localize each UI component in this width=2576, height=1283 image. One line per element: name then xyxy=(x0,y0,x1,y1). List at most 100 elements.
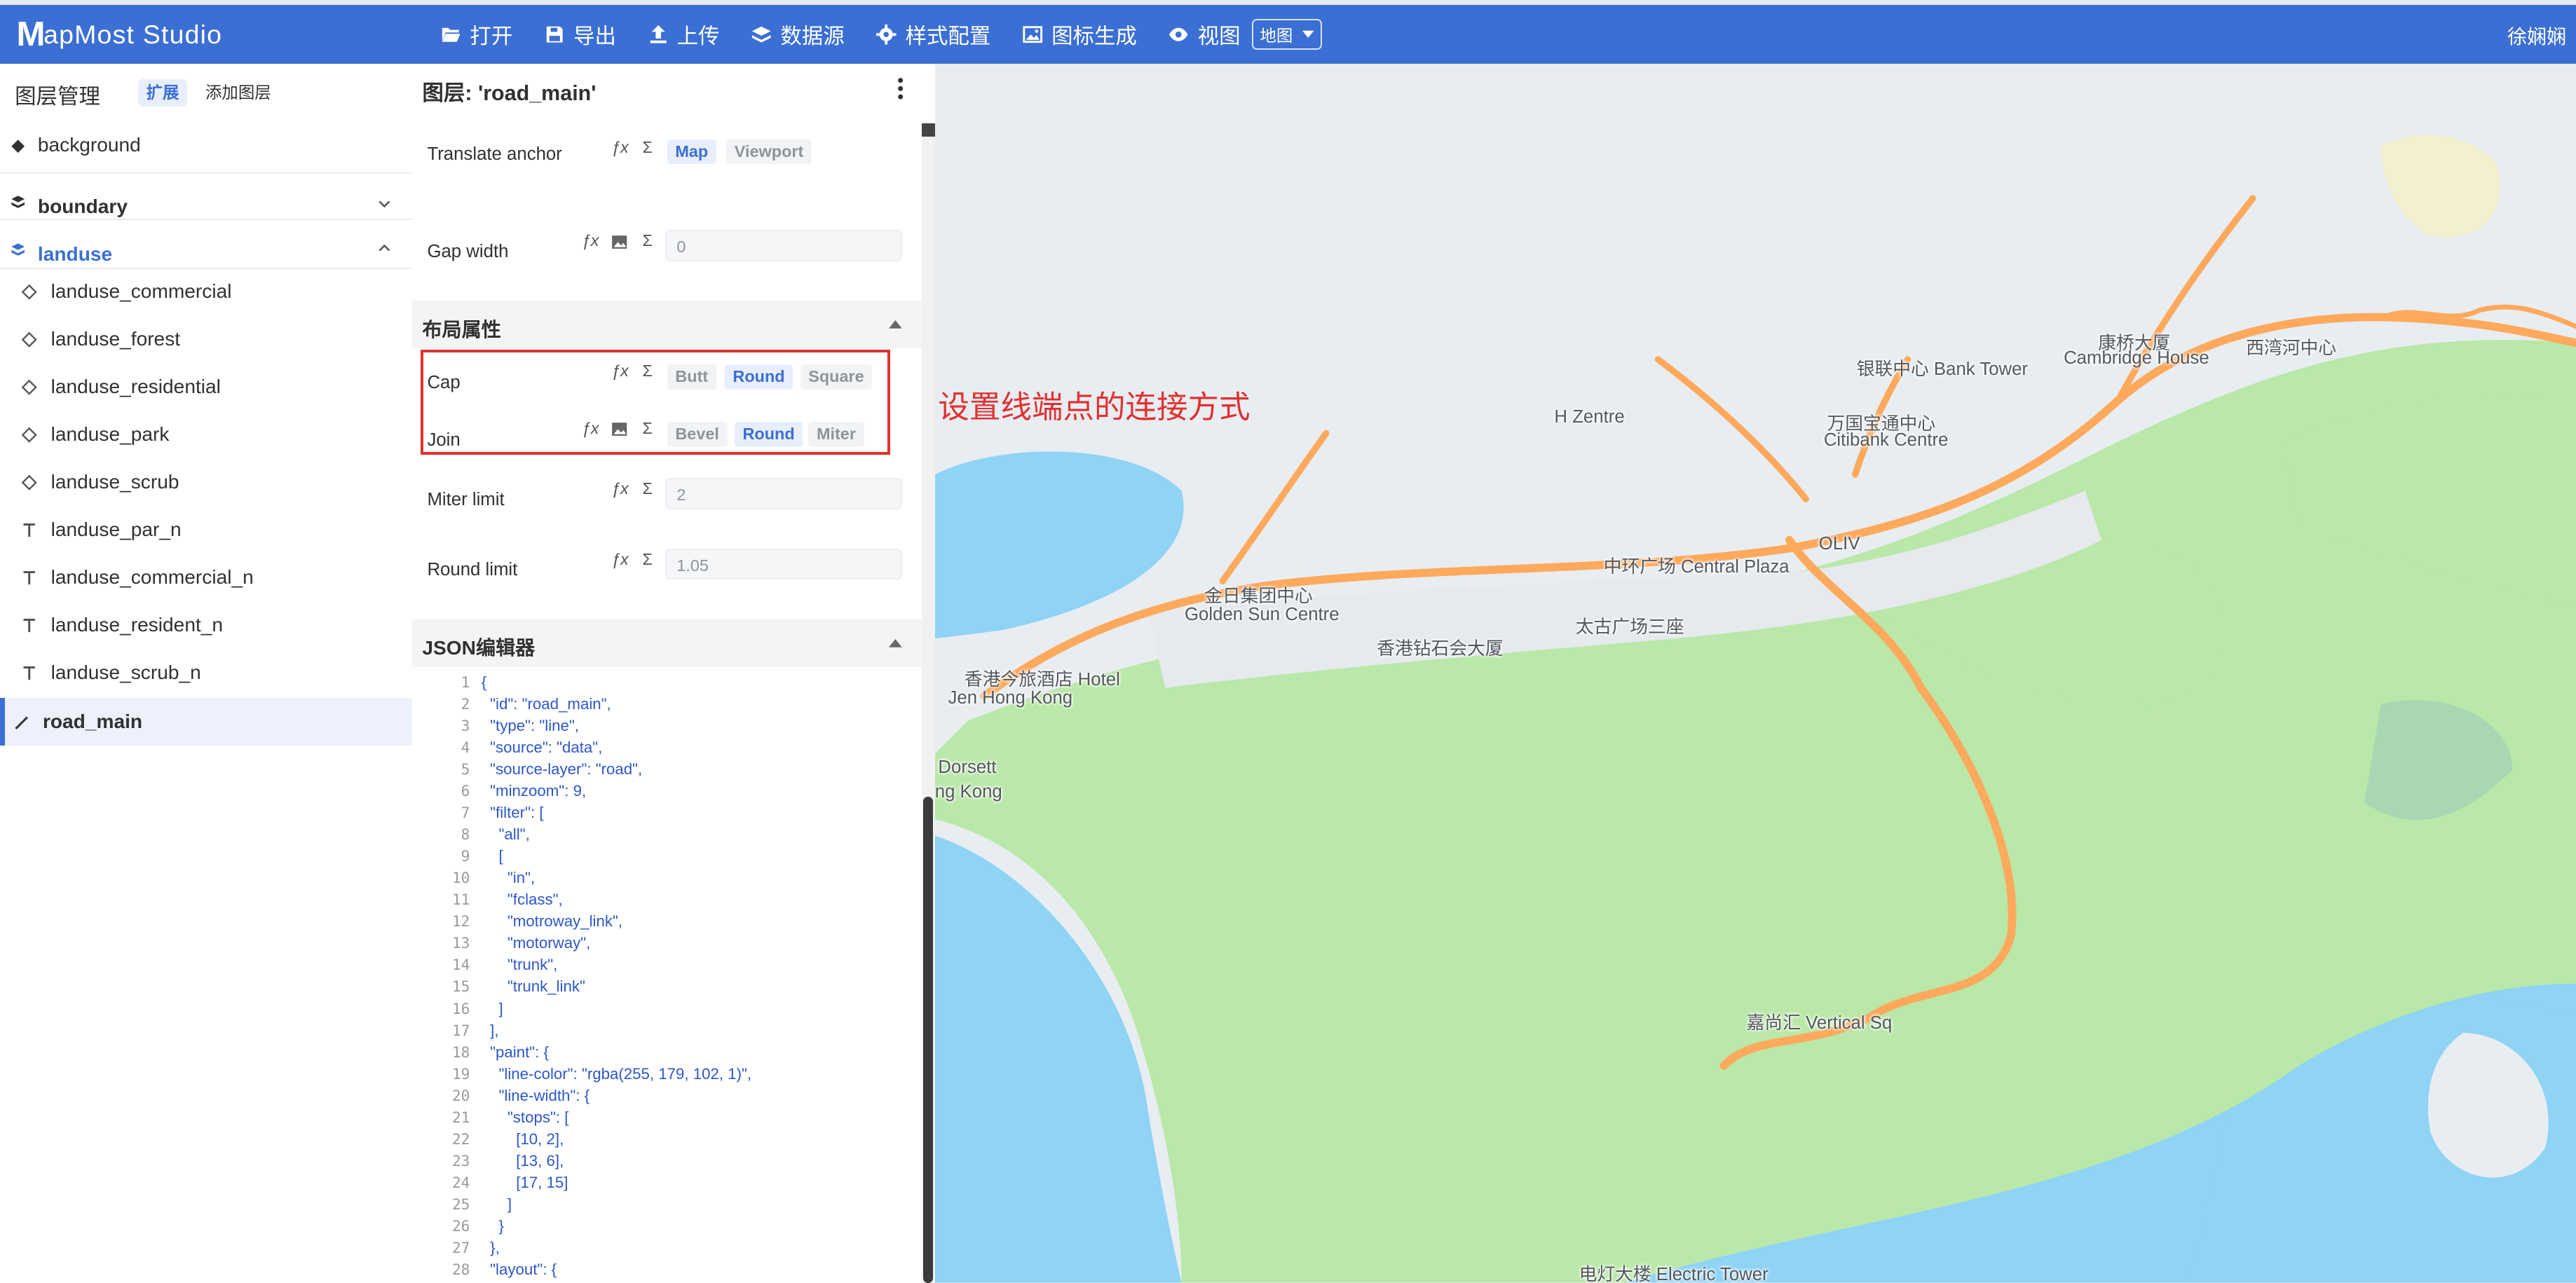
layer-item-landuse-resident-n[interactable]: landuse_resident_n xyxy=(0,601,412,649)
layer-item-landuse-residential[interactable]: landuse_residential xyxy=(0,363,412,411)
layer-name: landuse_commercial xyxy=(50,280,232,303)
main-menu: 打开 导出 上传 数据源 样式配置 图标生成 视图 地图 xyxy=(440,15,1323,54)
menu-open[interactable]: 打开 xyxy=(440,19,512,50)
function-icon[interactable]: ƒx xyxy=(582,231,599,250)
code-line: 24 [17, 15] xyxy=(412,1172,922,1193)
line-number: 15 xyxy=(451,977,470,996)
code-text: "motroway_link", xyxy=(481,912,623,931)
fill-layer-icon xyxy=(22,475,38,491)
layers-icon xyxy=(752,26,771,43)
code-line: 1{ xyxy=(412,672,922,693)
line-number: 11 xyxy=(451,891,470,909)
map-label: 香港钻石会大厦 xyxy=(1377,638,1504,659)
function-icon[interactable]: ƒx xyxy=(611,550,629,569)
line-number: 12 xyxy=(451,912,470,931)
image-icon[interactable] xyxy=(611,235,627,249)
option-map[interactable]: Map xyxy=(667,139,716,165)
scrollbar[interactable] xyxy=(921,123,935,1283)
menu-open-label: 打开 xyxy=(470,25,513,49)
code-line: 16 ] xyxy=(412,999,922,1020)
menu-upload[interactable]: 上传 xyxy=(648,19,720,50)
miter-limit-input[interactable]: 2 xyxy=(665,478,902,509)
view-select[interactable]: 地图 xyxy=(1252,19,1323,50)
user-name[interactable]: 徐娴娴 xyxy=(2507,21,2566,50)
layer-name: landuse_par_n xyxy=(50,518,182,540)
code-line: 14 "trunk", xyxy=(412,954,922,975)
sigma-icon[interactable]: Σ xyxy=(643,479,653,498)
fill-layer-icon xyxy=(22,332,38,348)
line-number: 14 xyxy=(451,956,470,974)
menu-view[interactable]: 视图 xyxy=(1168,19,1241,50)
layer-item-road-main[interactable]: road_main xyxy=(0,698,413,746)
chevron-up-icon[interactable] xyxy=(378,243,391,253)
sigma-icon[interactable]: Σ xyxy=(643,550,653,569)
scrollbar-thumb[interactable] xyxy=(923,796,934,1283)
fill-layer-icon xyxy=(11,139,25,153)
divider xyxy=(0,218,413,221)
layer-item-landuse-scrub[interactable]: landuse_scrub xyxy=(0,458,412,506)
line-number: 4 xyxy=(461,738,470,756)
map-label: H Zentre xyxy=(1554,407,1625,427)
map-label: 电灯大楼 Electric Tower xyxy=(1579,1264,1769,1283)
sigma-icon[interactable]: Σ xyxy=(643,231,653,250)
gap-width-input[interactable]: 0 xyxy=(665,230,902,261)
expand-button[interactable]: 扩展 xyxy=(137,78,188,107)
code-text: "in", xyxy=(481,869,536,887)
code-line: 23 [13, 6], xyxy=(412,1151,922,1172)
app-logo[interactable]: M apMost Studio xyxy=(16,15,222,54)
image-icon xyxy=(1023,26,1042,43)
menu-icon-generate[interactable]: 图标生成 xyxy=(1022,19,1137,50)
layer-item-landuse-commercial[interactable]: landuse_commercial xyxy=(0,268,412,315)
menu-datasource[interactable]: 数据源 xyxy=(751,19,845,50)
function-icon[interactable]: ƒx xyxy=(611,479,629,498)
line-number: 1 xyxy=(461,673,470,691)
map-label: Citibank Centre xyxy=(1823,430,1949,451)
map-label: OLIV xyxy=(1818,533,1860,554)
layer-name: landuse_scrub xyxy=(50,470,179,493)
sigma-icon[interactable]: Σ xyxy=(643,138,653,157)
code-text: "source-layer": "road", xyxy=(481,760,643,778)
chevron-down-icon[interactable] xyxy=(378,199,391,209)
code-line: 15 "trunk_link" xyxy=(412,976,922,997)
menu-export[interactable]: 导出 xyxy=(544,19,616,50)
layer-item-landuse-commercial-n[interactable]: landuse_commercial_n xyxy=(0,554,412,601)
layer-group-name: boundary xyxy=(37,195,128,217)
scroll-up-button[interactable] xyxy=(921,123,935,137)
section-json-editor[interactable]: JSON编辑器 xyxy=(412,619,922,667)
layer-item-landuse-forest[interactable]: landuse_forest xyxy=(0,315,412,363)
line-number: 21 xyxy=(451,1108,470,1126)
line-number: 22 xyxy=(451,1130,470,1148)
code-line: 21 "stops": [ xyxy=(412,1107,922,1128)
layer-group-boundary[interactable]: boundary xyxy=(0,181,412,228)
layer-item-landuse-park[interactable]: landuse_park xyxy=(0,411,412,458)
code-line: 18 "paint": { xyxy=(412,1042,922,1063)
caret-down-icon xyxy=(1302,31,1314,39)
line-number: 9 xyxy=(461,847,470,865)
menu-export-label: 导出 xyxy=(573,25,616,49)
more-vertical-icon[interactable] xyxy=(897,77,904,100)
section-title: 布局属性 xyxy=(422,318,501,341)
map-canvas[interactable]: 银联中心 Bank Tower 康桥大厦 Cambridge House 西湾河… xyxy=(934,64,2576,1283)
add-layer-button[interactable]: 添加图层 xyxy=(197,79,279,107)
layer-item-background[interactable]: background xyxy=(0,121,412,169)
code-line: 11 "fclass", xyxy=(412,889,922,910)
layer-name: landuse_residential xyxy=(50,375,221,397)
layer-item-landuse-par-n[interactable]: landuse_par_n xyxy=(0,506,412,554)
map-label: 中环广场 Central Plaza xyxy=(1603,556,1790,577)
fill-layer-icon xyxy=(22,427,38,444)
code-line: 19 "line-color": "rgba(255, 179, 102, 1)… xyxy=(412,1064,922,1085)
round-limit-input[interactable]: 1.05 xyxy=(665,548,902,580)
map-label: Jen Hong Kong xyxy=(948,688,1073,708)
layers-group-icon xyxy=(11,242,25,256)
code-text: "motorway", xyxy=(481,934,591,952)
layer-item-landuse-scrub-n[interactable]: landuse_scrub_n xyxy=(0,649,412,697)
section-layout[interactable]: 布局属性 xyxy=(412,300,922,348)
json-editor[interactable]: 1{2 "id": "road_main", 3 "type": "line", 4… xyxy=(412,672,922,1279)
text-layer-icon xyxy=(23,619,36,633)
menu-style-config[interactable]: 样式配置 xyxy=(875,19,990,50)
function-icon[interactable]: ƒx xyxy=(611,138,629,157)
layer-name: landuse_park xyxy=(50,423,170,445)
code-text: }, xyxy=(481,1239,500,1257)
map-label: ng Kong xyxy=(934,781,1002,802)
option-viewport[interactable]: Viewport xyxy=(726,139,812,165)
